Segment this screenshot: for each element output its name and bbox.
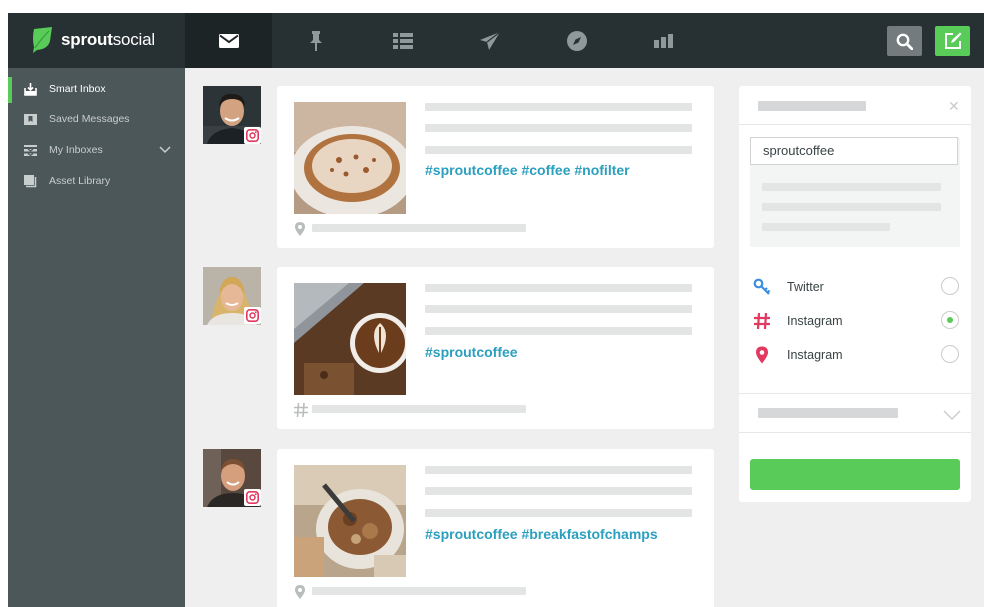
- compose-button[interactable]: [935, 26, 970, 56]
- brand-logo[interactable]: sproutsocial: [8, 13, 185, 68]
- instagram-badge: [244, 489, 261, 506]
- panel-title-placeholder: [758, 101, 866, 111]
- text-placeholder-line: [425, 327, 692, 335]
- nav-discovery[interactable]: [533, 13, 620, 68]
- suggestion-placeholder-line: [762, 203, 941, 211]
- hashtag-icon: [294, 403, 308, 417]
- post-photo[interactable]: [294, 102, 406, 214]
- location-pin-icon: [756, 346, 768, 364]
- dropdown-placeholder[interactable]: [758, 408, 898, 418]
- nav-tasks[interactable]: [272, 13, 359, 68]
- sidebar-item-label: Smart Inbox: [49, 83, 106, 95]
- sidebar: Smart Inbox Saved Messages My Inboxes As…: [8, 68, 185, 607]
- text-placeholder-line: [425, 284, 692, 292]
- post-hashtags[interactable]: #sproutcoffee #breakfastofchamps: [425, 526, 658, 542]
- nav-messages[interactable]: [185, 13, 272, 68]
- instagram-badge: [244, 307, 261, 324]
- search-option-twitter-keyword[interactable]: Twitter: [739, 275, 971, 299]
- post-photo[interactable]: [294, 283, 406, 395]
- chevron-down-icon[interactable]: [943, 410, 961, 420]
- post-hashtags[interactable]: #sproutcoffee: [425, 344, 518, 360]
- stacked-inboxes-icon: [24, 145, 37, 157]
- option-radio[interactable]: [941, 277, 959, 295]
- meta-placeholder-line: [312, 587, 526, 595]
- bookmark-icon: [24, 114, 37, 125]
- text-placeholder-line: [425, 103, 692, 111]
- sidebar-item-asset-library[interactable]: Asset Library: [8, 169, 185, 195]
- suggestion-placeholder-line: [762, 183, 941, 191]
- sidebar-item-smart-inbox[interactable]: Smart Inbox: [8, 77, 185, 103]
- message-card[interactable]: #sproutcoffee #coffee #nofilter: [277, 86, 714, 248]
- search-option-instagram-location[interactable]: Instagram: [739, 343, 971, 367]
- sidebar-item-my-inboxes[interactable]: My Inboxes: [8, 138, 185, 164]
- compose-icon: [944, 32, 961, 49]
- divider: [739, 124, 971, 125]
- message-card[interactable]: #sproutcoffee #breakfastofchamps: [277, 449, 714, 607]
- nav-reports[interactable]: [620, 13, 707, 68]
- text-placeholder-line: [425, 487, 692, 495]
- inbox-icon: [24, 83, 37, 96]
- sidebar-item-label: Asset Library: [49, 175, 111, 187]
- search-icon: [896, 33, 913, 50]
- hashtag-icon: [754, 312, 770, 330]
- instagram-badge: [244, 127, 261, 144]
- divider: [739, 393, 971, 394]
- meta-placeholder-line: [312, 405, 526, 413]
- active-indicator: [8, 77, 12, 103]
- submit-button[interactable]: [750, 459, 960, 490]
- post-hashtags[interactable]: #sproutcoffee #coffee #nofilter: [425, 162, 630, 178]
- envelope-icon: [218, 33, 239, 48]
- sidebar-item-saved-messages[interactable]: Saved Messages: [8, 107, 185, 133]
- location-pin-icon: [295, 222, 305, 236]
- text-placeholder-line: [425, 146, 692, 154]
- top-navigation-bar: sproutsocial: [8, 13, 984, 68]
- list-icon: [392, 32, 413, 49]
- post-photo[interactable]: [294, 465, 406, 577]
- location-pin-icon: [295, 585, 305, 599]
- compass-icon: [566, 30, 587, 51]
- instagram-icon: [246, 129, 259, 142]
- message-card[interactable]: #sproutcoffee: [277, 267, 714, 429]
- option-label: Twitter: [787, 280, 824, 294]
- option-label: Instagram: [787, 348, 843, 362]
- option-label: Instagram: [787, 314, 843, 328]
- option-radio[interactable]: [941, 345, 959, 363]
- text-placeholder-line: [425, 466, 692, 474]
- search-area: sproutcoffee: [750, 137, 960, 247]
- app-window: sproutsocial Smart Inbox Saved Messages …: [8, 13, 984, 607]
- text-placeholder-line: [425, 305, 692, 313]
- meta-placeholder-line: [312, 224, 526, 232]
- text-placeholder-line: [425, 509, 692, 517]
- keyword-search-icon: [753, 278, 771, 295]
- pin-icon: [309, 30, 322, 51]
- search-panel: ✕ sproutcoffee Twitter Instagram Instagr…: [739, 86, 971, 502]
- sprout-leaf-icon: [33, 27, 52, 53]
- sidebar-item-label: Saved Messages: [49, 113, 130, 125]
- brand-wordmark: sproutsocial: [61, 30, 155, 49]
- sidebar-item-label: My Inboxes: [49, 144, 103, 156]
- search-button[interactable]: [887, 26, 922, 56]
- chevron-down-icon[interactable]: [159, 146, 171, 154]
- bar-chart-icon: [653, 33, 673, 48]
- asset-library-icon: [24, 175, 37, 188]
- paper-plane-icon: [479, 31, 500, 50]
- instagram-icon: [246, 309, 259, 322]
- search-option-instagram-hashtag[interactable]: Instagram: [739, 309, 971, 333]
- nav-publishing[interactable]: [359, 13, 446, 68]
- nav-send[interactable]: [446, 13, 533, 68]
- close-icon[interactable]: ✕: [948, 98, 960, 115]
- search-input[interactable]: sproutcoffee: [750, 137, 958, 165]
- suggestion-placeholder-line: [762, 223, 890, 231]
- option-radio-selected[interactable]: [941, 311, 959, 329]
- text-placeholder-line: [425, 124, 692, 132]
- divider: [739, 432, 971, 433]
- instagram-icon: [246, 491, 259, 504]
